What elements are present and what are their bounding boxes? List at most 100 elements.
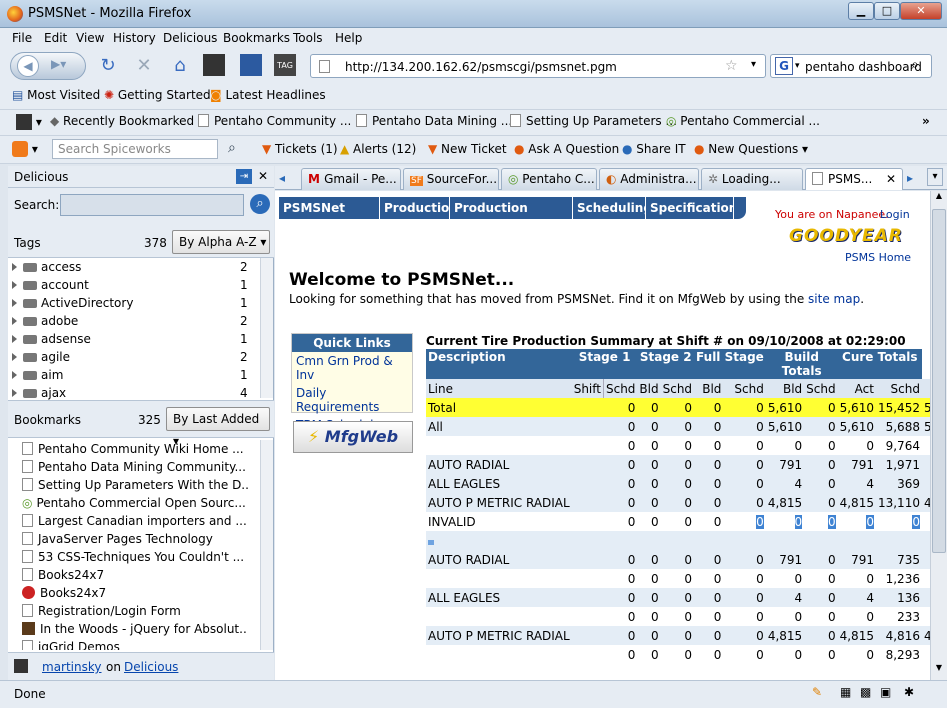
nav-specification[interactable]: Specification [646,197,737,219]
menu-help[interactable]: Help [335,31,362,45]
expand-icon[interactable] [12,299,17,307]
user-link[interactable]: martinsky [42,660,102,674]
mfgweb-button[interactable]: ⚡ MfgWeb [293,421,413,453]
tab-administration[interactable]: ◐ Administra... [599,168,699,190]
home-icon[interactable]: ⌂ [168,54,192,78]
latest-headlines[interactable]: ◙ Latest Headlines [210,88,326,102]
maximize-button[interactable]: □ [874,2,900,20]
scroll-down-icon[interactable]: ▼ [932,663,946,679]
new-questions-button[interactable]: ● New Questions ▾ [694,142,808,156]
new-ticket-button[interactable]: ▼ New Ticket [428,142,507,156]
recently-bookmarked[interactable]: ◆ Recently Bookmarked ▾ [50,114,204,128]
bookmark-item[interactable]: Setting Up Parameters With the D... [22,478,248,496]
search-bar[interactable]: G ▾ pentaho dashboard ⌕ [770,54,932,78]
bookmarks-sort-dropdown[interactable]: By Last Added ▾ [166,407,270,448]
pin-icon[interactable]: ⇥ [236,169,252,184]
bookmark-item[interactable]: In the Woods - jQuery for Absolut... [22,622,248,640]
bookmark-item[interactable]: Books24x7 [22,568,248,586]
login-link[interactable]: Login [880,208,910,221]
tag-row[interactable]: agile 2 [12,350,252,368]
tab-list-icon[interactable]: ▾ [927,168,943,186]
psms-home-link[interactable]: PSMS Home [845,251,911,264]
toolbar-bookmark-3[interactable]: Setting Up Parameters ... [510,114,677,128]
stop-icon[interactable]: ✕ [132,54,156,78]
expand-icon[interactable] [12,389,17,397]
tab-scroll-right-icon[interactable]: ▸ [907,171,913,185]
star-icon[interactable]: ☆ [725,58,738,74]
bookmark-item[interactable]: Pentaho Data Mining Community... [22,460,248,478]
ask-question-button[interactable]: ● Ask A Question [514,142,619,156]
site-map-link[interactable]: site map [808,292,860,306]
delicious-status-icon[interactable]: ▦ [840,685,851,699]
nav-production[interactable]: Production [380,197,458,219]
page-scrollbar[interactable]: ▲ ▼ [930,191,947,680]
nav-production-planning[interactable]: Production Planning [450,197,573,237]
sidebar-search-input[interactable] [60,194,244,216]
menu-edit[interactable]: Edit [44,31,67,45]
tab-sourceforge[interactable]: SF SourceFor... [403,168,499,190]
menu-view[interactable]: View [76,31,104,45]
menu-history[interactable]: History [113,31,156,45]
tag-row[interactable]: account 1 [12,278,252,296]
tab-pentaho[interactable]: ◎ Pentaho C... [501,168,597,190]
tag-row[interactable]: ActiveDirectory 1 [12,296,252,314]
minimize-button[interactable]: ▁ [848,2,874,20]
back-icon[interactable]: ◀ [17,55,39,77]
close-button[interactable]: ✕ [900,2,942,20]
bookmark-item[interactable]: Registration/Login Form [22,604,248,622]
tag-row[interactable]: aim 1 [12,368,252,386]
most-visited[interactable]: ▤ Most Visited [12,88,100,102]
alerts-button[interactable]: ▲ Alerts (12) [340,142,416,156]
tab-scroll-left-icon[interactable]: ◂ [279,171,285,185]
tag-icon[interactable]: TAG [274,54,296,76]
search-engine-dropdown-icon[interactable]: ▾ [795,61,800,71]
spiceworks-menu[interactable]: ▾ [12,141,38,157]
url-bar[interactable]: http://134.200.162.62/psmscgi/psmsnet.pg… [310,54,766,78]
tag-row[interactable]: access 2 [12,260,252,278]
tab-psms[interactable]: PSMS... ✕ [805,168,903,190]
menu-file[interactable]: File [12,31,32,45]
url-dropdown-icon[interactable]: ▾ [751,59,756,70]
quick-link-cmn-grn[interactable]: Cmn Grn Prod & Inv [292,352,412,384]
search-icon[interactable]: ⌕ [250,194,270,214]
bookmark-item[interactable]: Books24x7 [22,586,248,604]
delicious-link[interactable]: Delicious [124,660,178,674]
expand-icon[interactable] [12,353,17,361]
notes-icon[interactable]: ✎ [812,685,822,699]
share-it-button[interactable]: ● Share IT [622,142,686,156]
search-icon[interactable]: ⌕ [228,140,236,156]
expand-icon[interactable] [12,371,17,379]
delicious-menu[interactable]: ▾ [16,114,42,130]
menu-delicious[interactable]: Delicious [163,31,217,45]
close-sidebar-icon[interactable]: ✕ [258,169,268,183]
expand-icon[interactable] [12,263,17,271]
quick-link-daily-requirements[interactable]: Daily Requirements [292,384,412,416]
close-tab-icon[interactable]: ✕ [886,169,896,189]
tags-sort-dropdown[interactable]: By Alpha A-Z ▾ [172,230,270,254]
toolbar-bookmark-2[interactable]: Pentaho Data Mining ... [356,114,512,128]
forward-icon[interactable]: ▶▾ [51,57,66,71]
bookmark-item[interactable]: 53 CSS-Techniques You Couldn't ... [22,550,248,568]
menu-tools[interactable]: Tools [293,31,323,45]
spiceworks-status-icon[interactable]: ▣ [880,685,891,699]
reload-icon[interactable]: ↻ [96,54,120,78]
search-text[interactable]: pentaho dashboard [805,60,922,74]
getting-started[interactable]: ✺ Getting Started [104,88,211,102]
scroll-thumb[interactable] [932,209,946,553]
url-text[interactable]: http://134.200.162.62/psmscgi/psmsnet.pg… [345,60,617,74]
toolbar-bookmark-4[interactable]: ◎ Pentaho Commercial ... [666,114,820,128]
spiceworks-search-input[interactable]: Search Spiceworks [52,139,218,159]
tab-loading[interactable]: ✲ Loading... [701,168,803,190]
bookmark-item[interactable]: jqGrid Demos [22,640,248,650]
back-forward-buttons[interactable]: ◀ ▶▾ [10,52,86,80]
tags-scrollbar[interactable] [260,258,273,398]
google-icon[interactable]: G [775,57,793,75]
expand-icon[interactable] [12,335,17,343]
bookmark-item[interactable]: ◎ Pentaho Commercial Open Sourc... [22,496,248,514]
search-icon[interactable]: ⌕ [911,57,919,73]
nav-psmsnet-home[interactable]: PSMSNet Home [279,197,380,237]
tickets-button[interactable]: ▼ Tickets (1) [262,142,338,156]
menu-bookmarks[interactable]: Bookmarks [223,31,290,45]
bookmark-item[interactable]: Pentaho Community Wiki Home ... [22,442,248,460]
expand-icon[interactable] [12,281,17,289]
